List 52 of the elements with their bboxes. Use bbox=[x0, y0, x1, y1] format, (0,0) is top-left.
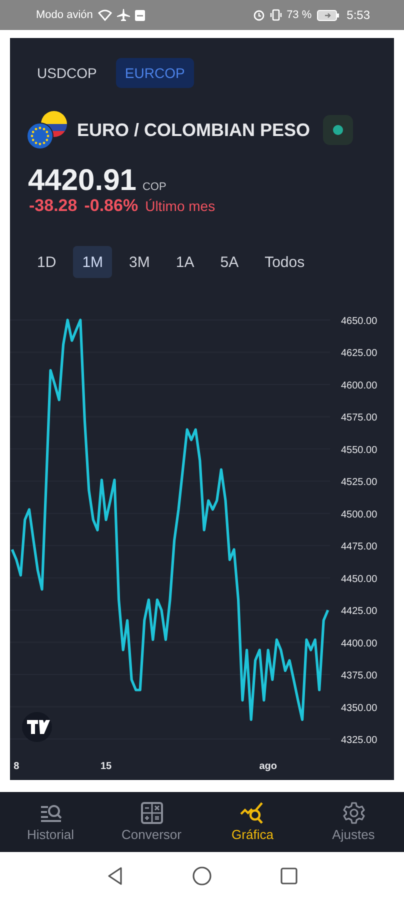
back-icon[interactable] bbox=[106, 866, 124, 886]
range-tab[interactable]: 1A bbox=[166, 246, 204, 278]
vibrate-icon bbox=[270, 9, 282, 21]
range-tab[interactable]: 1M bbox=[73, 246, 112, 278]
x-axis-label: 8 bbox=[14, 761, 20, 772]
home-icon[interactable] bbox=[192, 866, 212, 886]
clock-time: 5:53 bbox=[346, 8, 370, 22]
nav-tab[interactable]: Ajustes bbox=[303, 792, 404, 852]
battery-percent: 73 % bbox=[286, 9, 312, 21]
nav-tab[interactable]: Conversor bbox=[101, 792, 202, 852]
x-axis-label: 15 bbox=[100, 761, 112, 772]
price-change: -38.28 bbox=[29, 196, 78, 216]
chart-search-icon bbox=[240, 802, 266, 824]
airplane-mode-text: Modo avión bbox=[36, 9, 93, 21]
recent-apps-icon[interactable] bbox=[280, 867, 298, 885]
alarm-icon bbox=[252, 9, 265, 21]
period-label: Último mes bbox=[145, 198, 216, 214]
logo-icon bbox=[22, 712, 52, 742]
calculator-icon bbox=[140, 802, 162, 824]
symbol-tab[interactable]: USDCOP bbox=[28, 58, 106, 88]
range-tab[interactable]: 5A bbox=[211, 246, 248, 278]
y-axis-label: 4350.00 bbox=[341, 702, 378, 714]
y-axis-label: 4375.00 bbox=[341, 670, 378, 682]
y-axis-label: 4425.00 bbox=[341, 606, 378, 618]
settings-icon bbox=[342, 802, 364, 824]
battery-icon bbox=[316, 10, 339, 20]
y-axis-label: 4450.00 bbox=[341, 574, 378, 585]
y-axis-label: 4550.00 bbox=[341, 444, 378, 456]
instrument-name: EURO / COLOMBIAN PESO bbox=[77, 120, 310, 140]
price-value: 4420.91 bbox=[28, 164, 136, 198]
percent-change: -0.86% bbox=[84, 196, 138, 216]
airplane-icon bbox=[116, 9, 130, 21]
range-tab[interactable]: 1D bbox=[28, 246, 66, 278]
x-axis-label: ago bbox=[259, 761, 278, 772]
currency-label: COP bbox=[142, 181, 166, 193]
y-axis-label: 4500.00 bbox=[341, 509, 378, 520]
y-axis-label: 4575.00 bbox=[341, 412, 378, 424]
y-axis-label: 4625.00 bbox=[341, 348, 378, 360]
nav-tab[interactable]: Historial bbox=[0, 792, 101, 852]
sim-card-icon bbox=[134, 10, 145, 20]
y-axis-label: 4525.00 bbox=[341, 477, 378, 488]
y-axis-label: 4325.00 bbox=[341, 735, 378, 746]
y-axis-label: 4600.00 bbox=[341, 380, 378, 392]
y-axis-label: 4400.00 bbox=[341, 638, 378, 650]
range-tab[interactable]: 3M bbox=[120, 246, 159, 278]
nav-tab[interactable]: Gráfica bbox=[202, 792, 303, 852]
symbol-tab[interactable]: EURCOP bbox=[116, 58, 194, 88]
wifi-icon bbox=[98, 9, 112, 21]
y-axis-label: 4650.00 bbox=[341, 316, 378, 327]
range-tab[interactable]: Todos bbox=[256, 246, 314, 278]
list-search-icon bbox=[38, 802, 62, 824]
y-axis-label: 4475.00 bbox=[341, 542, 378, 553]
